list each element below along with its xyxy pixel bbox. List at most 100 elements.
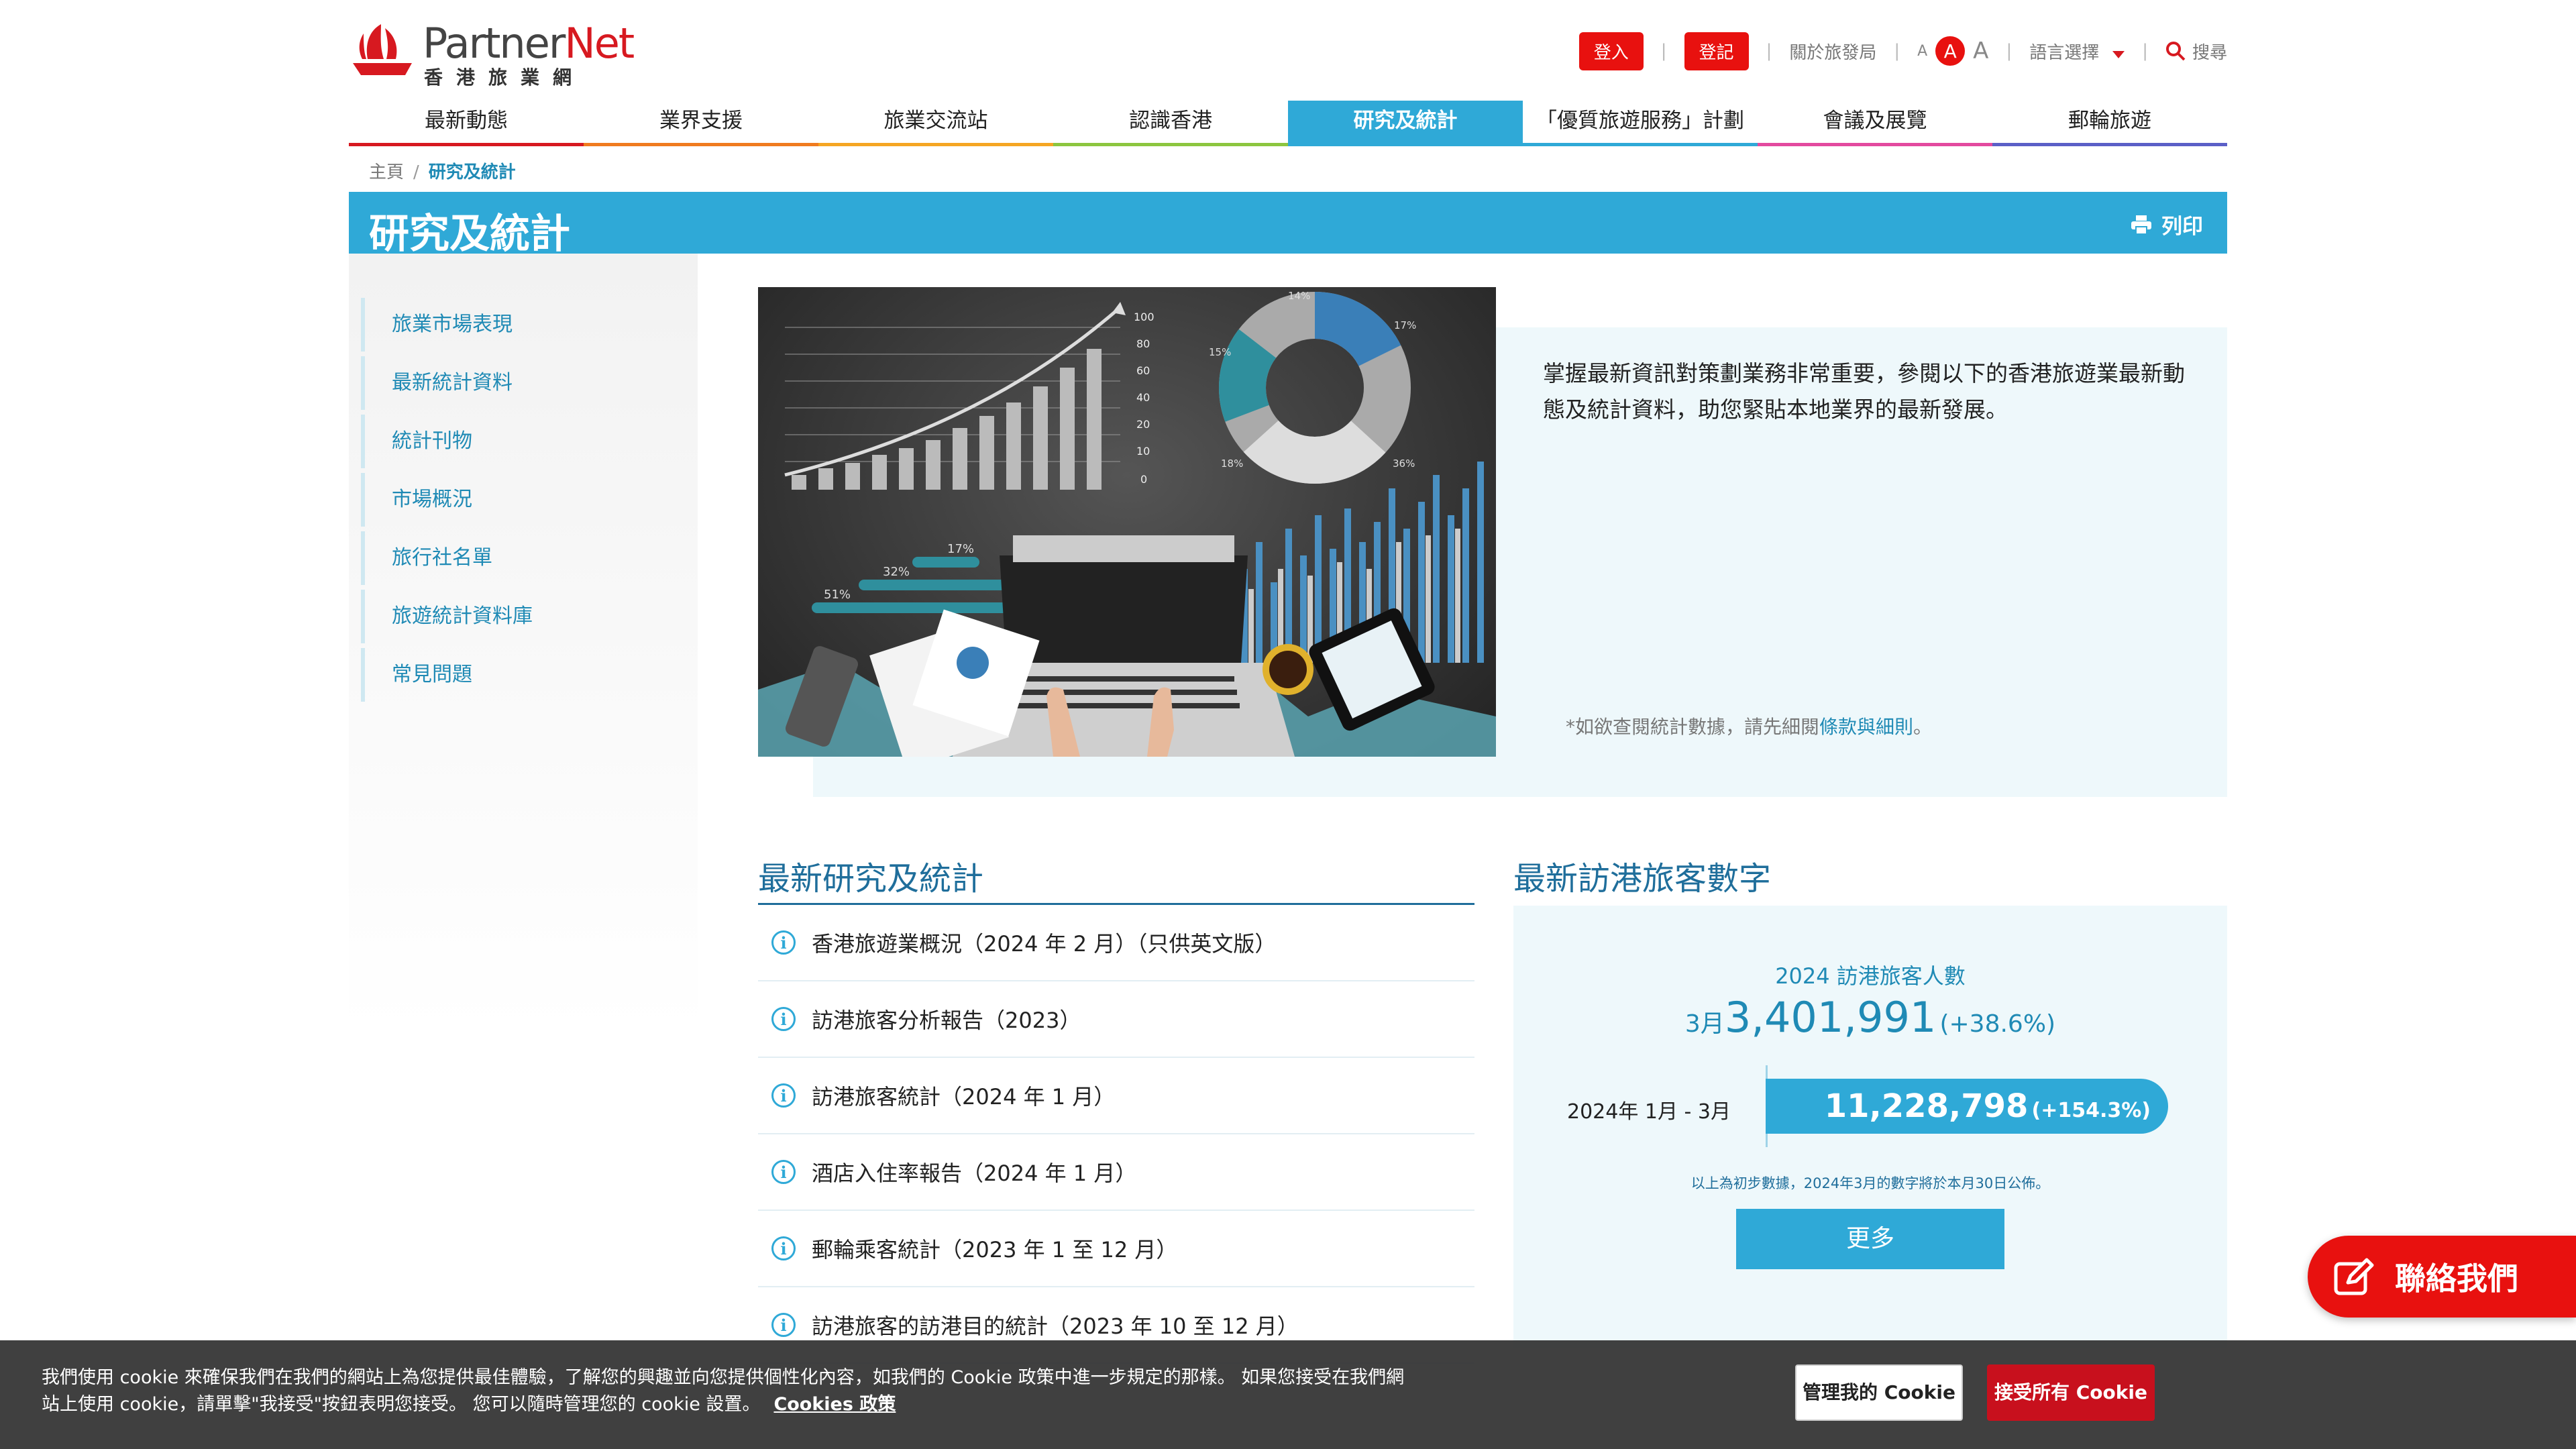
register-button[interactable]: 登記 <box>1684 32 1749 70</box>
stats-section-title: 最新訪港旅客數字 <box>1513 860 1772 898</box>
sidebar-item-travel-agents[interactable]: 旅行社名單 <box>361 531 683 585</box>
contact-us-label: 聯絡我們 <box>2395 1260 2518 1297</box>
edit-icon <box>2334 1258 2374 1295</box>
font-size-small-button[interactable]: A <box>1917 43 1927 60</box>
login-button[interactable]: 登入 <box>1578 32 1644 70</box>
visitor-stats-panel: 2024 訪港旅客人數 3月3,401,991 (+38.6%) 2024年 1… <box>1513 906 2227 1348</box>
stats-note: 以上為初步數據，2024年3月的數字將於本月30日公佈。 <box>1690 1175 2050 1191</box>
list-item[interactable]: i 郵輪乘客統計（2023 年 1 至 12 月） <box>758 1211 1474 1287</box>
info-icon: i <box>771 1236 796 1260</box>
search-icon <box>2165 42 2186 61</box>
more-button[interactable]: 更多 <box>1736 1209 2004 1269</box>
breadcrumb-home[interactable]: 主頁 <box>369 162 404 182</box>
list-item[interactable]: i 香港旅遊業概況（2024 年 2 月）（只供英文版） <box>758 905 1474 981</box>
axis-label: 0 <box>1140 473 1147 486</box>
nav-item-latest-news[interactable]: 最新動態 <box>349 101 584 146</box>
list-item[interactable]: i 酒店入住率報告（2024 年 1 月） <box>758 1134 1474 1211</box>
sidebar-item-market-overview[interactable]: 市場概況 <box>361 473 683 527</box>
donut-label: 18% <box>1221 458 1243 470</box>
sidebar-item-publications[interactable]: 統計刊物 <box>361 415 683 468</box>
nav-item-qts-scheme[interactable]: 「優質旅遊服務」計劃 <box>1523 101 1758 146</box>
nav-item-trade-support[interactable]: 業界支援 <box>584 101 818 146</box>
search-label: 搜尋 <box>2192 42 2227 63</box>
junk-boat-logo-icon <box>353 24 412 75</box>
logo-wordmark: PartnerNet <box>423 19 635 68</box>
nav-item-cruise-tourism[interactable]: 郵輪旅遊 <box>1992 101 2227 146</box>
axis-label: 80 <box>1136 337 1150 350</box>
partnernet-logo[interactable]: PartnerNet 香港旅業網 <box>349 19 644 89</box>
font-size-large-button[interactable]: A <box>1973 38 1988 64</box>
sidebar: 旅業市場表現 最新統計資料 統計刊物 市場概況 旅行社名單 旅遊統計資料庫 常見… <box>349 254 698 1032</box>
research-item-label: 訪港旅客的訪港目的統計（2023 年 10 至 12 月） <box>812 1313 1299 1339</box>
stats-range-label: 2024年 1月 - 3月 <box>1567 1100 1731 1124</box>
axis-label: 20 <box>1136 418 1150 431</box>
research-item-label: 香港旅遊業概況（2024 年 2 月）（只供英文版） <box>812 931 1277 957</box>
info-icon: i <box>771 1083 796 1108</box>
nav-item-trade-exchange[interactable]: 旅業交流站 <box>818 101 1053 146</box>
nav-item-meetings-exhibitions[interactable]: 會議及展覽 <box>1758 101 1992 146</box>
divider: | <box>1660 41 1667 61</box>
terms-note: *如欲查閱統計數據，請先細閱條款與細則。 <box>1566 712 1932 739</box>
donut-label: 15% <box>1209 346 1231 358</box>
site-header: PartnerNet 香港旅業網 登入 | 登記 | 關於旅發局 | A A A… <box>349 0 2227 101</box>
main-nav: 最新動態 業界支援 旅業交流站 認識香港 研究及統計 「優質旅遊服務」計劃 會議… <box>349 101 2227 146</box>
divider: | <box>2142 41 2148 61</box>
list-item[interactable]: i 訪港旅客統計（2024 年 1 月） <box>758 1058 1474 1134</box>
info-icon: i <box>771 930 796 955</box>
hero-image: 100 80 60 40 20 10 0 14% 17% 15% 18% 36% <box>758 287 1496 757</box>
stats-month-value: 3,401,991 <box>1724 993 1937 1042</box>
terms-note-prefix: *如欲查閱統計數據，請先細閱 <box>1566 716 1820 738</box>
axis-label: 60 <box>1136 364 1150 377</box>
research-section-title: 最新研究及統計 <box>758 860 984 898</box>
language-select[interactable]: 語言選擇 <box>2029 39 2125 64</box>
print-button[interactable]: 列印 <box>2131 209 2203 239</box>
search-button[interactable]: 搜尋 <box>2165 39 2227 64</box>
chevron-down-icon <box>2112 50 2125 58</box>
cookie-message-text: 我們使用 cookie 來確保我們在我們的網站上為您提供最佳體驗，了解您的興趣並… <box>42 1367 1405 1415</box>
nav-item-research-statistics[interactable]: 研究及統計 <box>1288 101 1523 146</box>
axis-label: 10 <box>1136 445 1150 458</box>
bar-label: 51% <box>824 588 851 602</box>
about-link[interactable]: 關於旅發局 <box>1789 39 1876 64</box>
donut-label: 36% <box>1393 458 1415 470</box>
contact-us-button[interactable]: 聯絡我們 <box>2308 1236 2576 1318</box>
sidebar-item-latest-statistics[interactable]: 最新統計資料 <box>361 356 683 410</box>
list-item[interactable]: i 訪港旅客分析報告（2023） <box>758 981 1474 1058</box>
stats-range-value: 11,228,798 <box>1824 1087 2029 1125</box>
sidebar-item-statistics-database[interactable]: 旅遊統計資料庫 <box>361 590 683 643</box>
font-size-medium-button[interactable]: A <box>1935 36 1966 66</box>
stats-month: 3月 <box>1684 1010 1725 1038</box>
breadcrumb-current: 研究及統計 <box>428 162 516 182</box>
terms-note-suffix: 。 <box>1913 716 1933 738</box>
manage-cookies-button[interactable]: 管理我的 Cookie <box>1795 1364 1963 1421</box>
nav-item-know-hong-kong[interactable]: 認識香港 <box>1053 101 1288 146</box>
sidebar-item-faq[interactable]: 常見問題 <box>361 648 683 702</box>
research-item-label: 郵輪乘客統計（2023 年 1 至 12 月） <box>812 1237 1178 1263</box>
donut-label: 17% <box>1394 319 1416 331</box>
research-item-label: 訪港旅客分析報告（2023） <box>812 1008 1081 1033</box>
terms-link[interactable]: 條款與細則 <box>1819 716 1913 738</box>
sidebar-item-market-performance[interactable]: 旅業市場表現 <box>361 298 683 352</box>
analytics-illustration: 100 80 60 40 20 10 0 14% 17% 15% 18% 36% <box>758 290 1496 757</box>
page-banner: 研究及統計 列印 <box>349 192 2227 258</box>
info-icon: i <box>771 1313 796 1337</box>
cookie-policy-link[interactable]: Cookies 政策 <box>773 1394 896 1415</box>
print-label: 列印 <box>2161 215 2203 239</box>
hero-description: 掌握最新資訊對策劃業務非常重要，參閱以下的香港旅遊業最新動態及統計資料，助您緊貼… <box>1543 360 2185 423</box>
stats-range-change: (+154.3%) <box>2031 1099 2151 1122</box>
cookie-message: 我們使用 cookie 來確保我們在我們的網站上為您提供最佳體驗，了解您的興趣並… <box>42 1364 1410 1418</box>
info-icon: i <box>771 1007 796 1031</box>
divider: | <box>1766 41 1772 61</box>
divider: | <box>2006 41 2012 61</box>
utility-bar: 登入 | 登記 | 關於旅發局 | A A A | 語言選擇 | 搜尋 <box>1578 32 2227 70</box>
bar-label: 32% <box>883 565 910 579</box>
bar-label: 17% <box>947 542 974 556</box>
research-item-label: 訪港旅客統計（2024 年 1 月） <box>812 1084 1116 1110</box>
stats-range-bar: 11,228,798 (+154.3%) <box>1766 1079 2168 1134</box>
research-list: i 香港旅遊業概況（2024 年 2 月）（只供英文版） i 訪港旅客分析報告（20… <box>758 903 1474 1364</box>
printer-icon <box>2131 215 2151 235</box>
language-select-label: 語言選擇 <box>2029 42 2100 63</box>
accept-all-cookies-button[interactable]: 接受所有 Cookie <box>1987 1364 2155 1421</box>
cookie-banner: 我們使用 cookie 來確保我們在我們的網站上為您提供最佳體驗，了解您的興趣並… <box>0 1340 2576 1449</box>
axis-label: 40 <box>1136 391 1150 404</box>
